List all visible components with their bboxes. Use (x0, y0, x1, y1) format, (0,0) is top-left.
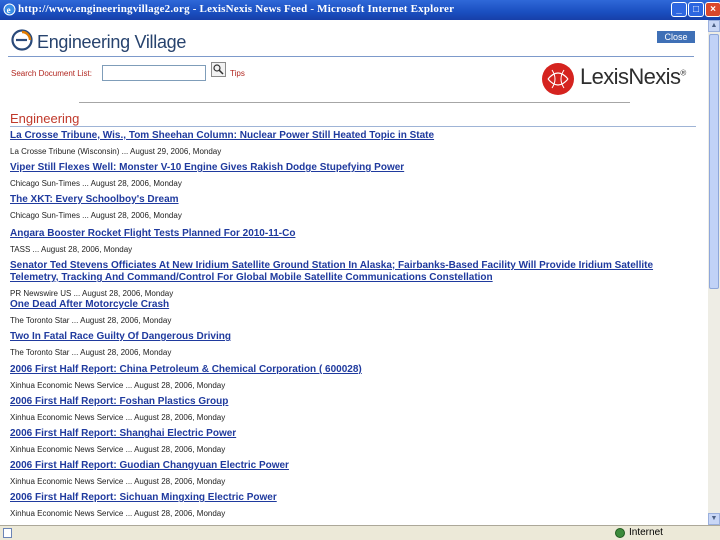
article-source: Xinhua Economic News Service (10, 381, 124, 390)
article-title-link-continued[interactable]: Telemetry, Tracking And Command/Control … (10, 272, 493, 283)
article-meta: Xinhua Economic News Service ... August … (10, 509, 226, 518)
article-title-link[interactable]: 2006 First Half Report: Foshan Plastics … (10, 396, 228, 407)
article-date: August 28, 2006 (90, 211, 149, 220)
article-date: August 28, 2006 (134, 477, 193, 486)
article-date: August 28, 2006 (90, 179, 149, 188)
page-status-icon (3, 528, 12, 538)
article-title-link[interactable]: La Crosse Tribune, Wis., Tom Sheehan Col… (10, 130, 434, 141)
article-day: Monday (142, 316, 172, 325)
article-day: Monday (144, 289, 174, 298)
article-title-link[interactable]: 2006 First Half Report: Shanghai Electri… (10, 428, 236, 439)
scroll-up-icon[interactable]: ▲ (708, 20, 720, 32)
article-source: The Toronto Star (10, 348, 70, 357)
article-meta: Chicago Sun-Times ... August 28, 2006, M… (10, 211, 182, 220)
article-day: Monday (153, 179, 182, 188)
divider (79, 102, 630, 103)
article-meta: La Crosse Tribune (Wisconsin) ... August… (10, 147, 222, 156)
scroll-down-icon[interactable]: ▼ (708, 513, 720, 525)
article-title-link[interactable]: One Dead After Motorcycle Crash (10, 299, 169, 310)
search-input[interactable] (102, 65, 206, 81)
window-titlebar: e http://www.engineeringvillage2.org - L… (0, 0, 720, 20)
article-date: August 28, 2006 (40, 245, 100, 254)
article-day: Monday (196, 413, 226, 422)
article-date: August 29, 2006 (130, 147, 189, 156)
article-meta: Xinhua Economic News Service ... August … (10, 445, 226, 454)
engineering-village-logo-icon (11, 29, 33, 51)
tips-link[interactable]: Tips (230, 69, 245, 78)
article-day: Monday (196, 381, 226, 390)
article-source: Xinhua Economic News Service (10, 477, 124, 486)
article-title-link[interactable]: Senator Ted Stevens Officiates At New Ir… (10, 260, 653, 271)
article-title-link[interactable]: The XKT: Every Schoolboy's Dream (10, 194, 179, 205)
internet-zone-icon (615, 528, 625, 538)
article-day: Monday (196, 445, 226, 454)
article-meta: Xinhua Economic News Service ... August … (10, 381, 226, 390)
lexisnexis-logo-icon (542, 63, 574, 95)
article-day: Monday (103, 245, 133, 254)
window-title: http://www.engineeringvillage2.org - Lex… (18, 3, 455, 15)
scroll-thumb[interactable] (709, 34, 719, 289)
article-source: La Crosse Tribune (Wisconsin) (10, 147, 120, 156)
article-date: August 28, 2006 (134, 509, 193, 518)
section-title: Engineering (10, 111, 80, 126)
article-meta: Xinhua Economic News Service ... August … (10, 477, 226, 486)
internet-explorer-icon: e (3, 3, 16, 16)
article-source: Chicago Sun-Times (10, 179, 80, 188)
search-button[interactable] (211, 62, 226, 77)
article-meta: PR Newswire US ... August 28, 2006, Mond… (10, 289, 174, 298)
section-rule (10, 126, 696, 127)
article-date: August 28, 2006 (134, 381, 193, 390)
svg-text:e: e (7, 5, 11, 15)
article-source: TASS (10, 245, 31, 254)
maximize-button[interactable]: □ (688, 2, 704, 17)
article-meta: TASS ... August 28, 2006, Monday (10, 245, 133, 254)
search-label: Search Document List: (11, 69, 92, 78)
article-date: August 28, 2006 (134, 445, 193, 454)
article-date: August 28, 2006 (82, 289, 141, 298)
article-meta: Xinhua Economic News Service ... August … (10, 413, 226, 422)
article-day: Monday (142, 348, 172, 357)
page-viewport: Engineering Village Close Search Documen… (0, 20, 708, 525)
article-title-link[interactable]: Two In Fatal Race Guilty Of Dangerous Dr… (10, 331, 231, 342)
search-icon (213, 64, 224, 75)
article-date: August 28, 2006 (134, 413, 193, 422)
article-meta: Chicago Sun-Times ... August 28, 2006, M… (10, 179, 182, 188)
article-title-link[interactable]: 2006 First Half Report: China Petroleum … (10, 364, 362, 375)
article-source: Xinhua Economic News Service (10, 509, 124, 518)
article-source: The Toronto Star (10, 316, 70, 325)
article-title-link[interactable]: Viper Still Flexes Well: Monster V-10 En… (10, 162, 404, 173)
article-day: Monday (192, 147, 222, 156)
lexisnexis-logo: LexisNexis® (580, 64, 686, 89)
article-title-link[interactable]: Angara Booster Rocket Flight Tests Plann… (10, 228, 295, 239)
article-day: Monday (196, 509, 226, 518)
article-source: Chicago Sun-Times (10, 211, 80, 220)
article-source: Xinhua Economic News Service (10, 445, 124, 454)
status-bar: Internet (0, 525, 720, 540)
article-title-link[interactable]: 2006 First Half Report: Guodian Changyua… (10, 460, 289, 471)
article-meta: The Toronto Star ... August 28, 2006, Mo… (10, 348, 172, 357)
minimize-button[interactable]: _ (671, 2, 687, 17)
article-title-link[interactable]: 2006 First Half Report: Sichuan Mingxing… (10, 492, 277, 503)
article-source: Xinhua Economic News Service (10, 413, 124, 422)
vertical-scrollbar[interactable]: ▲ ▼ (708, 20, 720, 525)
header-rule (8, 56, 694, 57)
article-day: Monday (153, 211, 182, 220)
article-meta: The Toronto Star ... August 28, 2006, Mo… (10, 316, 172, 325)
article-source: PR Newswire US (10, 289, 72, 298)
close-window-button[interactable]: × (705, 2, 720, 17)
close-button[interactable]: Close (657, 31, 695, 43)
article-date: August 28, 2006 (80, 348, 139, 357)
article-date: August 28, 2006 (80, 316, 139, 325)
zone-label: Internet (629, 527, 663, 538)
engineering-village-logo: Engineering Village (37, 32, 187, 52)
article-day: Monday (196, 477, 226, 486)
